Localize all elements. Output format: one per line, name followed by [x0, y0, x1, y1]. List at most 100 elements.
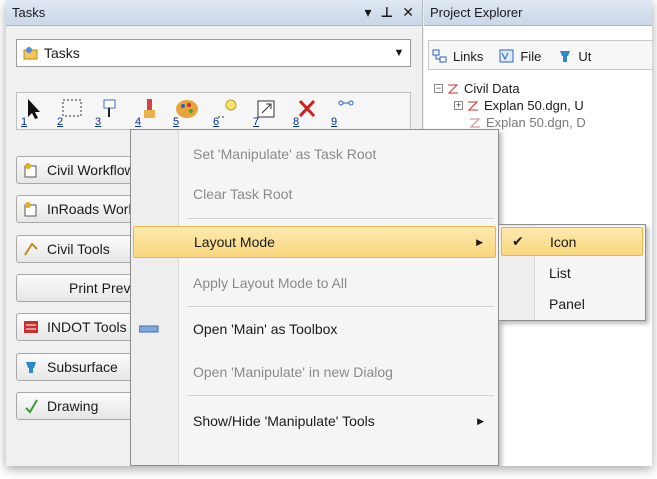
project-explorer-header: Project Explorer — [424, 0, 652, 26]
brush-tool[interactable]: 4 — [135, 97, 165, 128]
menu-item-set-task-root[interactable]: Set 'Manipulate' as Task Root — [133, 138, 496, 170]
project-explorer-title: Project Explorer — [430, 5, 523, 20]
subsurface-icon — [26, 362, 36, 373]
utilities-icon — [560, 51, 571, 62]
task-button-label: InRoads Workflow — [47, 201, 136, 217]
submenu-arrow-icon: ▶ — [477, 415, 484, 426]
fence-tool[interactable]: 2 — [57, 97, 87, 128]
menu-item-apply-layout-mode[interactable]: Apply Layout Mode to All — [133, 267, 496, 299]
tree-node-explan-u[interactable]: + Explan 50.dgn, U — [434, 97, 586, 114]
task-button-label: Print Preview — [69, 280, 135, 296]
civil-tools-icon — [24, 242, 38, 256]
checkmark-icon: ✔ — [512, 233, 524, 249]
task-button-civil-tools[interactable]: Civil Tools — [16, 235, 136, 263]
toolbox-icon — [139, 325, 159, 333]
submenu-item-label: Icon — [550, 233, 577, 250]
menu-item-open-in-dialog[interactable]: Open 'Manipulate' in new Dialog — [133, 356, 496, 388]
dropdown-arrow-icon[interactable]: ▼ — [388, 47, 410, 59]
tool-number: 5 — [173, 116, 180, 128]
query-tool[interactable]: 6 — [213, 97, 243, 128]
menu-item-label: Layout Mode — [194, 234, 275, 250]
tasks-icon — [23, 47, 38, 60]
select-tool[interactable]: 1 — [21, 97, 51, 128]
task-select-value: Tasks — [44, 45, 80, 61]
menu-item-label: Show/Hide 'Manipulate' Tools — [193, 413, 375, 429]
close-icon[interactable]: ✕ — [402, 4, 414, 21]
tasks-panel-header: Tasks ▾ ⊥ ✕ — [6, 0, 422, 26]
links-icon — [432, 49, 447, 63]
task-button-civil-workflow[interactable]: Civil Workflow — [16, 156, 136, 184]
tree-node-label: Explan 50.dgn, D — [486, 115, 586, 130]
tool-toolbar: 1 2 3 4 5 6 7 8 9 — [16, 92, 411, 130]
tree-node-label: Explan 50.dgn, U — [484, 98, 584, 113]
menu-separator — [187, 395, 494, 396]
project-explorer-tabs: Links File Ut — [428, 44, 652, 68]
civil-data-icon — [447, 84, 459, 93]
menu-item-label: Open 'Main' as Toolbox — [193, 321, 338, 337]
tree-node-civil-data[interactable]: − Civil Data — [434, 80, 586, 97]
submenu-arrow-icon: ▶ — [476, 236, 483, 247]
task-button-inroads-workflow[interactable]: InRoads Workflow — [16, 195, 136, 223]
task-button-drawing[interactable]: Drawing — [16, 392, 136, 420]
task-button-subsurface[interactable]: Subsurface — [16, 353, 136, 381]
delete-tool[interactable]: 8 — [293, 97, 323, 128]
tab-file[interactable]: File — [495, 49, 545, 64]
layout-mode-submenu: ✔ Icon List Panel — [498, 224, 646, 321]
indot-icon — [24, 321, 38, 333]
tasks-panel-title: Tasks — [12, 5, 46, 20]
collapse-icon[interactable]: − — [434, 84, 443, 93]
connect-tool[interactable]: 9 — [331, 97, 361, 128]
task-button-label: INDOT Tools — [47, 319, 127, 335]
submenu-item-label: Panel — [549, 295, 585, 312]
tool-number: 4 — [135, 116, 142, 128]
menu-item-label: Apply Layout Mode to All — [193, 275, 348, 291]
submenu-item-list[interactable]: List — [501, 258, 643, 287]
submenu-item-panel[interactable]: Panel — [501, 289, 643, 318]
task-button-label: Drawing — [47, 398, 99, 414]
task-select-dropdown[interactable]: Tasks ▼ — [16, 39, 411, 67]
tab-label: Ut — [578, 48, 592, 64]
task-button-indot[interactable]: INDOT Tools — [16, 313, 136, 341]
task-button-label: Civil Tools — [47, 241, 110, 257]
scale-tool[interactable]: 7 — [253, 97, 283, 128]
menu-separator — [187, 306, 494, 307]
drawing-icon — [25, 399, 38, 414]
submenu-item-label: List — [549, 264, 571, 281]
menu-item-clear-task-root[interactable]: Clear Task Root — [133, 178, 496, 210]
pin-icon[interactable]: ⊥ — [380, 4, 393, 21]
task-button-label: Civil Workflow — [47, 162, 135, 178]
task-button-label: Subsurface — [47, 359, 118, 375]
menu-item-show-hide-tools[interactable]: Show/Hide 'Manipulate' Tools ▶ — [133, 405, 496, 437]
menu-item-label: Clear Task Root — [193, 186, 293, 202]
civil-file-icon — [467, 101, 479, 110]
tool-number: 1 — [21, 116, 28, 128]
expand-icon[interactable]: + — [454, 101, 463, 110]
menu-separator — [187, 218, 494, 219]
move-tool[interactable]: 3 — [95, 97, 125, 128]
menu-item-open-as-toolbox[interactable]: Open 'Main' as Toolbox — [133, 313, 496, 345]
menu-item-label: Open 'Manipulate' in new Dialog — [193, 364, 393, 380]
civil-file-icon — [469, 118, 481, 127]
context-menu: Set 'Manipulate' as Task Root Clear Task… — [130, 129, 499, 466]
file-icon — [499, 49, 514, 63]
tab-links[interactable]: Links — [428, 49, 487, 64]
tab-label: File — [520, 48, 542, 64]
tool-number: 9 — [331, 116, 338, 128]
panel-menu-arrow-icon[interactable]: ▾ — [364, 4, 371, 21]
workflow-icon — [24, 202, 37, 217]
tool-number: 3 — [95, 116, 102, 128]
tool-number: 6 — [213, 116, 220, 128]
project-tree: − Civil Data + Explan 50.dgn, U Explan 5… — [434, 80, 586, 131]
screenshot-frame: Tasks ▾ ⊥ ✕ Tasks ▼ 1 2 3 4 5 6 7 8 9 Ci… — [6, 0, 652, 466]
palette-tool[interactable]: 5 — [173, 97, 203, 128]
submenu-item-icon[interactable]: ✔ Icon — [501, 227, 643, 256]
tab-label: Links — [453, 48, 484, 64]
menu-item-layout-mode[interactable]: Layout Mode ▶ — [133, 226, 496, 258]
menu-item-label: Set 'Manipulate' as Task Root — [193, 146, 377, 162]
workflow-icon — [24, 163, 37, 178]
tool-number: 7 — [253, 116, 260, 128]
tool-number: 2 — [57, 116, 64, 128]
tool-number: 8 — [293, 116, 300, 128]
task-button-print-preview[interactable]: Print Preview — [16, 274, 136, 302]
tab-utilities[interactable]: Ut — [553, 49, 595, 64]
